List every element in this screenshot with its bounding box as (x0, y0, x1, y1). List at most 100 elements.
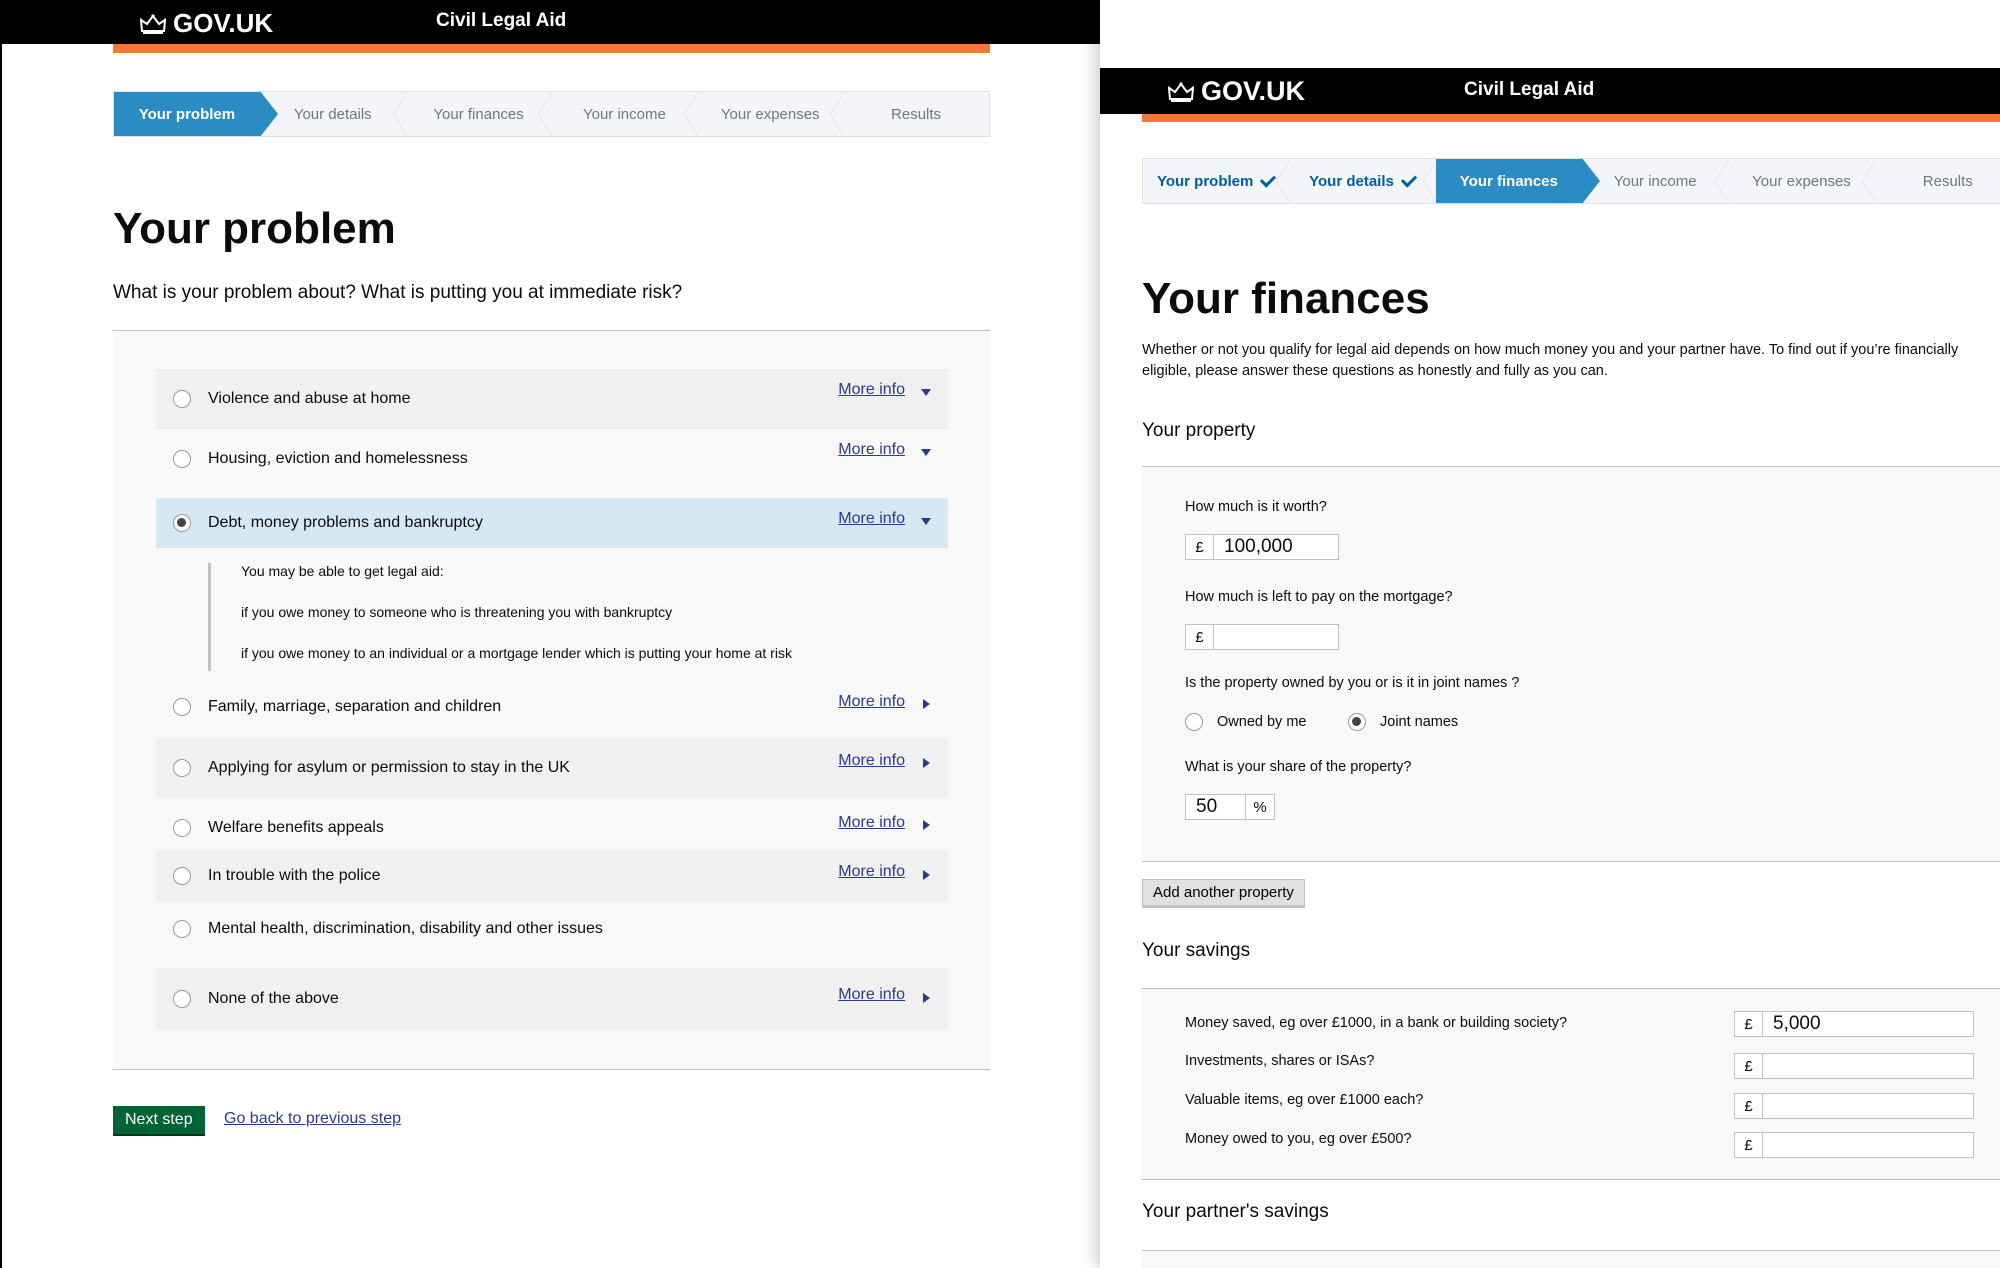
chevron-down-icon[interactable] (921, 389, 931, 396)
step-label: Your problem (138, 105, 236, 123)
property-heading: Your property (1142, 420, 1256, 441)
option-debt[interactable]: Debt, money problems and bankruptcy More… (156, 498, 948, 548)
savings-bank-input[interactable]: £ 5,000 (1734, 1011, 1974, 1037)
option-family[interactable]: Family, marriage, separation and childre… (156, 677, 948, 737)
more-info-link[interactable]: More info (838, 814, 905, 832)
radio-button-selected[interactable] (173, 514, 191, 532)
mortgage-value (1214, 625, 1224, 649)
share-input[interactable]: 50 % (1185, 794, 1275, 820)
valuables-value (1763, 1094, 1773, 1118)
savings-question: Money owed to you, eg over £500? (1185, 1131, 1412, 1147)
more-info-link[interactable]: More info (838, 752, 905, 770)
progress-steps: Your problem Your details Your finances … (113, 91, 990, 137)
radio-button[interactable] (173, 867, 191, 885)
info-item: if you owe money to someone who is threa… (241, 604, 673, 620)
more-info-link[interactable]: More info (838, 986, 905, 1004)
radio-button[interactable] (173, 819, 191, 837)
option-police[interactable]: In trouble with the police More info (156, 850, 948, 902)
option-welfare[interactable]: Welfare benefits appeals More info (156, 798, 948, 858)
chevron-right-icon[interactable] (923, 870, 930, 880)
option-violence-abuse[interactable]: Violence and abuse at home More info (156, 369, 948, 429)
radio-button-selected[interactable] (1348, 713, 1366, 731)
currency-prefix: £ (1735, 1012, 1763, 1036)
more-info-link[interactable]: More info (838, 693, 905, 711)
problem-page: GOV.UK Civil Legal Aid Your problem Your… (0, 0, 1102, 1268)
radio-button[interactable] (173, 990, 191, 1008)
savings-bank-value: 5,000 (1773, 1013, 1821, 1034)
step-your-details[interactable]: Your details (1289, 159, 1437, 203)
joint-names-option[interactable]: Joint names (1348, 713, 1458, 731)
more-info-link[interactable]: More info (838, 441, 905, 459)
chevron-right-icon[interactable] (923, 699, 930, 709)
investments-input[interactable]: £ (1734, 1053, 1974, 1079)
question-text: What is your problem about? What is putt… (113, 282, 683, 303)
radio-button[interactable] (173, 450, 191, 468)
chevron-down-icon[interactable] (921, 518, 931, 525)
option-label: Mental health, discrimination, disabilit… (208, 920, 603, 937)
option-mental-health[interactable]: Mental health, discrimination, disabilit… (156, 903, 948, 955)
govuk-logo-link[interactable]: GOV.UK (140, 8, 273, 39)
worth-value: 100,000 (1224, 536, 1293, 557)
chevron-right-icon[interactable] (923, 993, 930, 1003)
savings-question: Investments, shares or ISAs? (1185, 1053, 1375, 1069)
option-none[interactable]: None of the above More info (156, 968, 948, 1030)
joint-names-label: Joint names (1380, 714, 1459, 730)
finances-page: GOV.UK Civil Legal Aid Your problem Your… (1100, 0, 2000, 1268)
step-label: Your income (582, 105, 666, 123)
step-your-finances: Your finances (1435, 158, 1601, 204)
option-label: Violence and abuse at home (208, 390, 411, 407)
partner-savings-panel (1142, 1250, 2000, 1268)
valuables-input[interactable]: £ (1734, 1093, 1974, 1119)
savings-question: Money saved, eg over £1000, in a bank or… (1185, 1015, 1568, 1031)
owned-by-me-label: Owned by me (1217, 714, 1307, 730)
investments-value (1763, 1054, 1773, 1078)
tick-icon (1260, 170, 1277, 188)
step-label: Your expenses (1752, 172, 1851, 190)
service-name[interactable]: Civil Legal Aid (1464, 79, 1594, 101)
govuk-logo-link[interactable]: GOV.UK (1168, 76, 1305, 107)
radio-button[interactable] (173, 698, 191, 716)
header-accent-bar (113, 44, 990, 53)
currency-prefix: £ (1186, 535, 1214, 559)
owned-by-me-option[interactable]: Owned by me (1185, 713, 1306, 731)
money-owed-value (1763, 1133, 1773, 1157)
currency-prefix: £ (1186, 625, 1214, 649)
step-your-income: Your income (551, 92, 699, 136)
step-your-problem[interactable]: Your problem (1143, 159, 1291, 203)
progress-steps: Your problem Your details Your finances … (1142, 158, 2000, 204)
step-results: Results (843, 92, 989, 136)
add-property-button[interactable]: Add another property (1142, 879, 1305, 906)
option-label: Housing, eviction and homelessness (208, 450, 468, 467)
percent-suffix: % (1246, 795, 1274, 819)
option-asylum[interactable]: Applying for asylum or permission to sta… (156, 738, 948, 798)
crown-icon (140, 13, 166, 34)
chevron-right-icon[interactable] (923, 820, 930, 830)
savings-question: Valuable items, eg over £1000 each? (1185, 1092, 1424, 1108)
next-step-button[interactable]: Next step (113, 1106, 205, 1134)
radio-button[interactable] (173, 759, 191, 777)
chevron-right-icon[interactable] (923, 758, 930, 768)
more-info-link[interactable]: More info (838, 510, 905, 528)
chevron-down-icon[interactable] (921, 449, 931, 456)
mortgage-question: How much is left to pay on the mortgage? (1185, 589, 1453, 605)
savings-panel: Money saved, eg over £1000, in a bank or… (1142, 988, 2000, 1180)
more-info-link[interactable]: More info (838, 381, 905, 399)
page-title: Your finances (1142, 274, 1430, 323)
step-label: Results (891, 105, 942, 123)
option-housing[interactable]: Housing, eviction and homelessness More … (156, 429, 948, 489)
step-label: Your finances (433, 105, 524, 123)
money-owed-input[interactable]: £ (1734, 1132, 1974, 1158)
currency-prefix: £ (1735, 1094, 1763, 1118)
radio-button[interactable] (173, 920, 191, 938)
service-name[interactable]: Civil Legal Aid (436, 10, 566, 32)
problem-options: Violence and abuse at home More info Hou… (113, 330, 990, 1070)
radio-button[interactable] (173, 390, 191, 408)
step-label: Your details (1309, 172, 1394, 190)
back-link[interactable]: Go back to previous step (224, 1110, 401, 1128)
currency-prefix: £ (1735, 1133, 1763, 1157)
mortgage-input[interactable]: £ (1185, 624, 1339, 650)
more-info-link[interactable]: More info (838, 863, 905, 881)
worth-input[interactable]: £ 100,000 (1185, 534, 1339, 560)
radio-button[interactable] (1185, 713, 1203, 731)
step-label: Your details (293, 105, 372, 123)
